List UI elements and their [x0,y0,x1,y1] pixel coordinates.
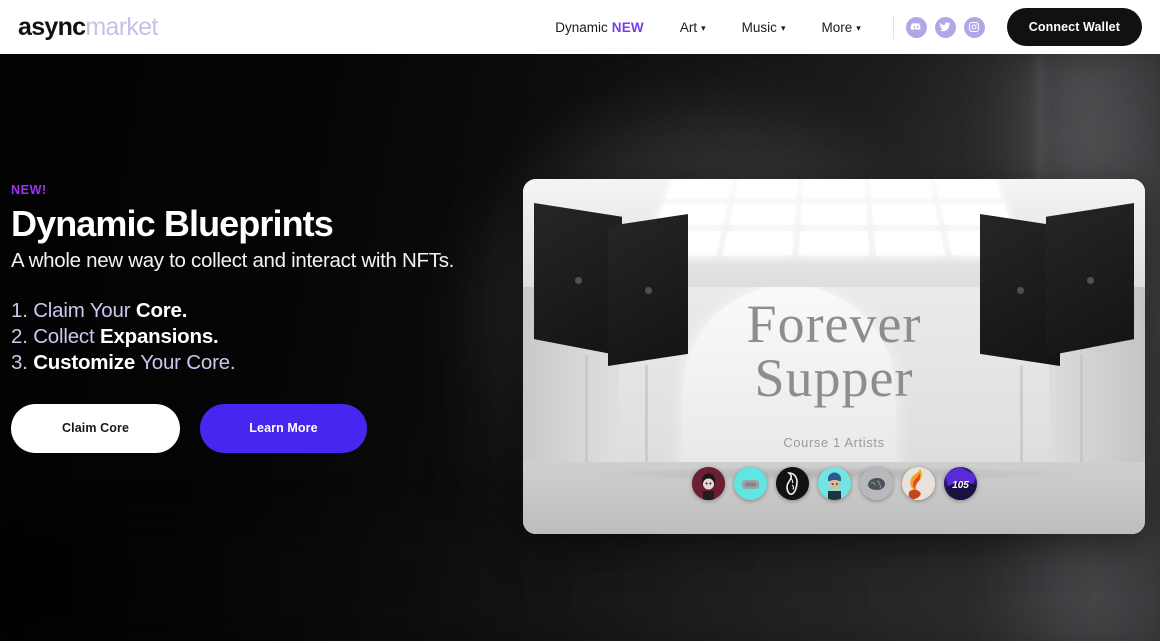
nav-item-music[interactable]: Music ▾ [724,20,804,35]
artwork-panel [608,214,688,366]
site-logo[interactable]: asyncmarket [18,12,158,41]
hero-cta-row: Claim Core Learn More [11,403,511,453]
connect-wallet-button[interactable]: Connect Wallet [1006,8,1142,46]
site-header: asyncmarket Dynamic NEW Art ▾ Music ▾ Mo… [0,0,1160,54]
chevron-down-icon: ▾ [701,22,706,33]
hero-copy: NEW! Dynamic Blueprints A whole new way … [11,183,511,453]
list-item: 2. Collect Expansions. [11,324,511,350]
hero-gallery-card[interactable]: Forever Supper Course 1 Artists 105 [523,179,1145,534]
nav-item-dynamic-label: Dynamic [555,19,608,35]
nav-divider [892,15,894,39]
hero-subtitle: A whole new way to collect and interact … [11,249,455,273]
page-title: Dynamic Blueprints [11,203,334,244]
logo-text-market: market [85,12,158,41]
artist-avatar-3[interactable] [775,467,809,500]
claim-core-button[interactable]: Claim Core [11,403,180,453]
nav-item-dynamic[interactable]: Dynamic NEW [537,20,662,35]
nav-badge-new: NEW [611,19,644,35]
step-text-light: Collect [33,325,100,349]
step-text-light: Claim Your [33,298,136,322]
list-item: 3. Customize Your Core. [11,350,511,376]
artwork-panel [1046,203,1134,356]
nav-item-art[interactable]: Art ▾ [662,20,724,35]
step-number: 1. [11,298,28,322]
gallery-skylight [645,179,1023,256]
twitter-icon[interactable] [934,16,956,38]
nav-item-more-label: More [821,19,853,35]
main-navigation: Dynamic NEW Art ▾ Music ▾ More ▾ Connect… [537,8,1142,46]
step-number: 2. [11,325,28,349]
chevron-down-icon: ▾ [856,22,861,33]
hero-eyebrow: NEW! [11,183,47,197]
gallery-subtitle: Course 1 Artists [783,435,885,450]
step-text-bold: Customize [33,351,136,375]
panel-stand [645,365,648,477]
list-item: 1. Claim Your Core. [11,298,511,324]
svg-text:105: 105 [952,480,969,491]
artist-avatar-7[interactable]: 105 [943,467,977,500]
instagram-icon[interactable] [963,16,985,38]
social-links [905,16,985,38]
hero-steps-list: 1. Claim Your Core. 2. Collect Expansion… [11,298,511,377]
panel-stand [1020,365,1023,477]
learn-more-button[interactable]: Learn More [200,403,367,453]
gallery-arch [683,285,895,481]
hero-section: NEW! Dynamic Blueprints A whole new way … [0,54,1160,641]
artist-avatar-5[interactable] [859,467,893,500]
step-text-light-after: Your Core. [135,351,236,375]
artist-avatar-2[interactable] [733,467,767,500]
discord-icon[interactable] [905,16,927,38]
panel-stand [1080,355,1083,475]
artist-avatar-4[interactable] [817,467,851,500]
nav-item-art-label: Art [679,19,698,35]
nav-item-more[interactable]: More ▾ [803,20,878,35]
artist-avatar-1[interactable] [691,467,725,500]
panel-stand [585,355,588,475]
chevron-down-icon: ▾ [780,22,786,33]
artist-avatar-6[interactable] [901,467,935,500]
artist-avatar-list: 105 [523,467,1145,500]
hero-background-floor [0,521,1160,641]
nav-item-music-label: Music [741,19,777,35]
logo-text-async: async [18,12,86,41]
step-text-bold: Core. [135,298,188,322]
step-text-bold: Expansions. [99,325,219,349]
step-number: 3. [11,351,28,375]
